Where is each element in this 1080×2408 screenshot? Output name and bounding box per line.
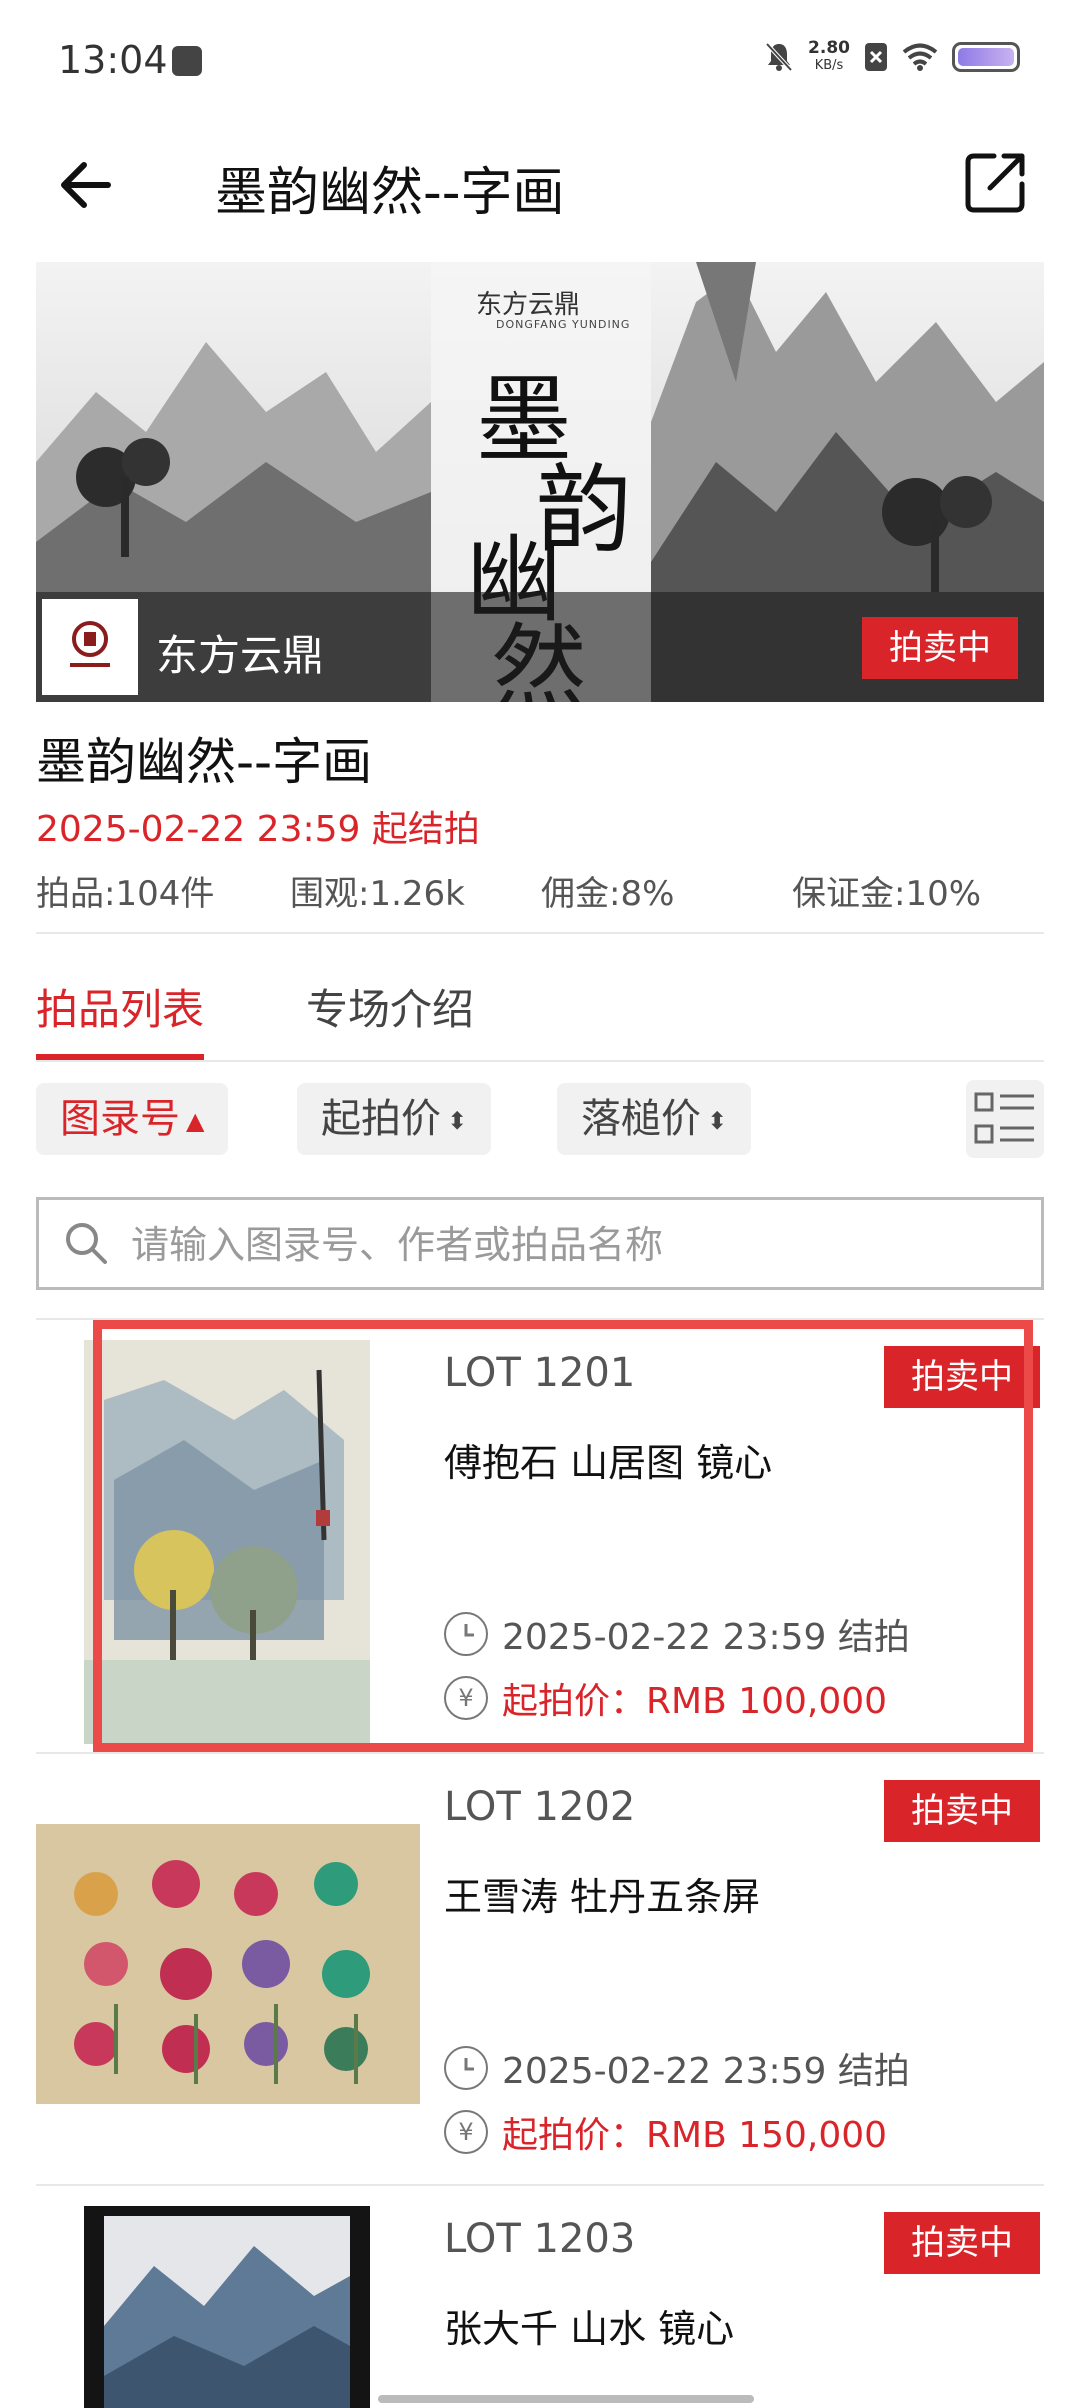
- speed-value: 2.80: [808, 38, 850, 58]
- lot-name: 王雪涛 牡丹五条屏: [444, 1875, 761, 1919]
- yuan-icon: ¥: [444, 2110, 488, 2154]
- brand-name: 东方云鼎: [156, 631, 325, 680]
- sort-catalog-number-label: 图录号: [60, 1096, 180, 1142]
- page-title: 墨韵幽然--字画: [215, 163, 565, 223]
- status-icons: 2.80 KB/s: [764, 40, 1020, 74]
- banner-brand-logo-text: 东方云鼎: [476, 290, 581, 320]
- highlight-box: [93, 1320, 1033, 1752]
- back-button[interactable]: [50, 150, 120, 220]
- battery-icon: [952, 42, 1020, 72]
- stat-commission: 佣金:8%: [541, 874, 675, 914]
- view-toggle-button[interactable]: [966, 1080, 1044, 1158]
- stat-views: 围观:1.26k: [290, 874, 465, 914]
- speed-unit: KB/s: [814, 58, 844, 73]
- sim-x-icon: [865, 43, 887, 71]
- lot-status-badge: 拍卖中: [884, 2212, 1040, 2274]
- stat-item-count: 拍品:104件: [36, 874, 215, 914]
- seal-logo-icon: [70, 621, 110, 667]
- back-arrow-icon: [61, 162, 111, 208]
- mute-bell-icon: [765, 42, 793, 72]
- lot-name: 张大千 山水 镜心: [444, 2307, 735, 2351]
- lot-number: LOT 1202: [444, 1784, 636, 1830]
- clock-icon: [444, 2046, 488, 2090]
- sort-hammer-price-label: 落槌价: [581, 1096, 701, 1142]
- tab-session-intro[interactable]: 专场介绍: [306, 976, 474, 1037]
- tab-lot-list[interactable]: 拍品列表: [36, 976, 204, 1037]
- auction-banner[interactable]: 东方云鼎 DONGFANG YUNDING 墨 韵 幽 然 东方云鼎 拍卖中: [36, 262, 1044, 702]
- sort-catalog-number-button[interactable]: 图录号 ▲: [36, 1083, 229, 1155]
- lot-item[interactable]: LOT 1203 张大千 山水 镜心 拍卖中: [0, 2186, 1080, 2408]
- lot-number: LOT 1203: [444, 2216, 636, 2262]
- lot-item[interactable]: LOT 1202 王雪涛 牡丹五条屏 拍卖中 2025-02-22 23:59 …: [0, 1754, 1080, 2184]
- lot-image: [36, 1824, 420, 2104]
- notification-app-icon: [172, 46, 202, 76]
- search-input[interactable]: [129, 1214, 1023, 1276]
- lot-image: [84, 2206, 370, 2408]
- home-indicator[interactable]: [378, 2395, 754, 2403]
- sort-starting-price-label: 起拍价: [321, 1096, 441, 1142]
- stat-deposit: 保证金:10%: [792, 874, 982, 914]
- lot-status-badge: 拍卖中: [884, 1780, 1040, 1842]
- banner-brand-english: DONGFANG YUNDING: [496, 318, 631, 331]
- sort-hammer-price-button[interactable]: 落槌价 ⬍: [557, 1083, 752, 1155]
- auction-end-date: 2025-02-22 23:59 起结拍: [36, 809, 480, 850]
- sort-updown-icon: ⬍: [707, 1107, 728, 1135]
- network-speed: 2.80 KB/s: [808, 40, 850, 74]
- sort-updown-icon: ⬍: [447, 1107, 468, 1135]
- share-button[interactable]: [960, 148, 1030, 218]
- sort-starting-price-button[interactable]: 起拍价 ⬍: [297, 1083, 492, 1155]
- sort-up-icon: ▲: [186, 1107, 205, 1135]
- tab-divider: [36, 1060, 1044, 1062]
- search-box: [36, 1197, 1044, 1290]
- wifi-icon: [902, 43, 938, 71]
- lot-end-time: 2025-02-22 23:59 结拍: [502, 2051, 910, 2092]
- auction-title: 墨韵幽然--字画: [36, 733, 373, 791]
- status-time: 13:04: [58, 38, 168, 82]
- lot-starting-price: 起拍价：RMB 150,000: [502, 2115, 888, 2156]
- auction-status-badge: 拍卖中: [862, 617, 1018, 679]
- brand-logo: [42, 599, 138, 695]
- search-icon: [66, 1223, 107, 1264]
- info-divider: [36, 932, 1044, 934]
- share-icon: [965, 153, 1025, 213]
- list-view-icon: [974, 1092, 1034, 1144]
